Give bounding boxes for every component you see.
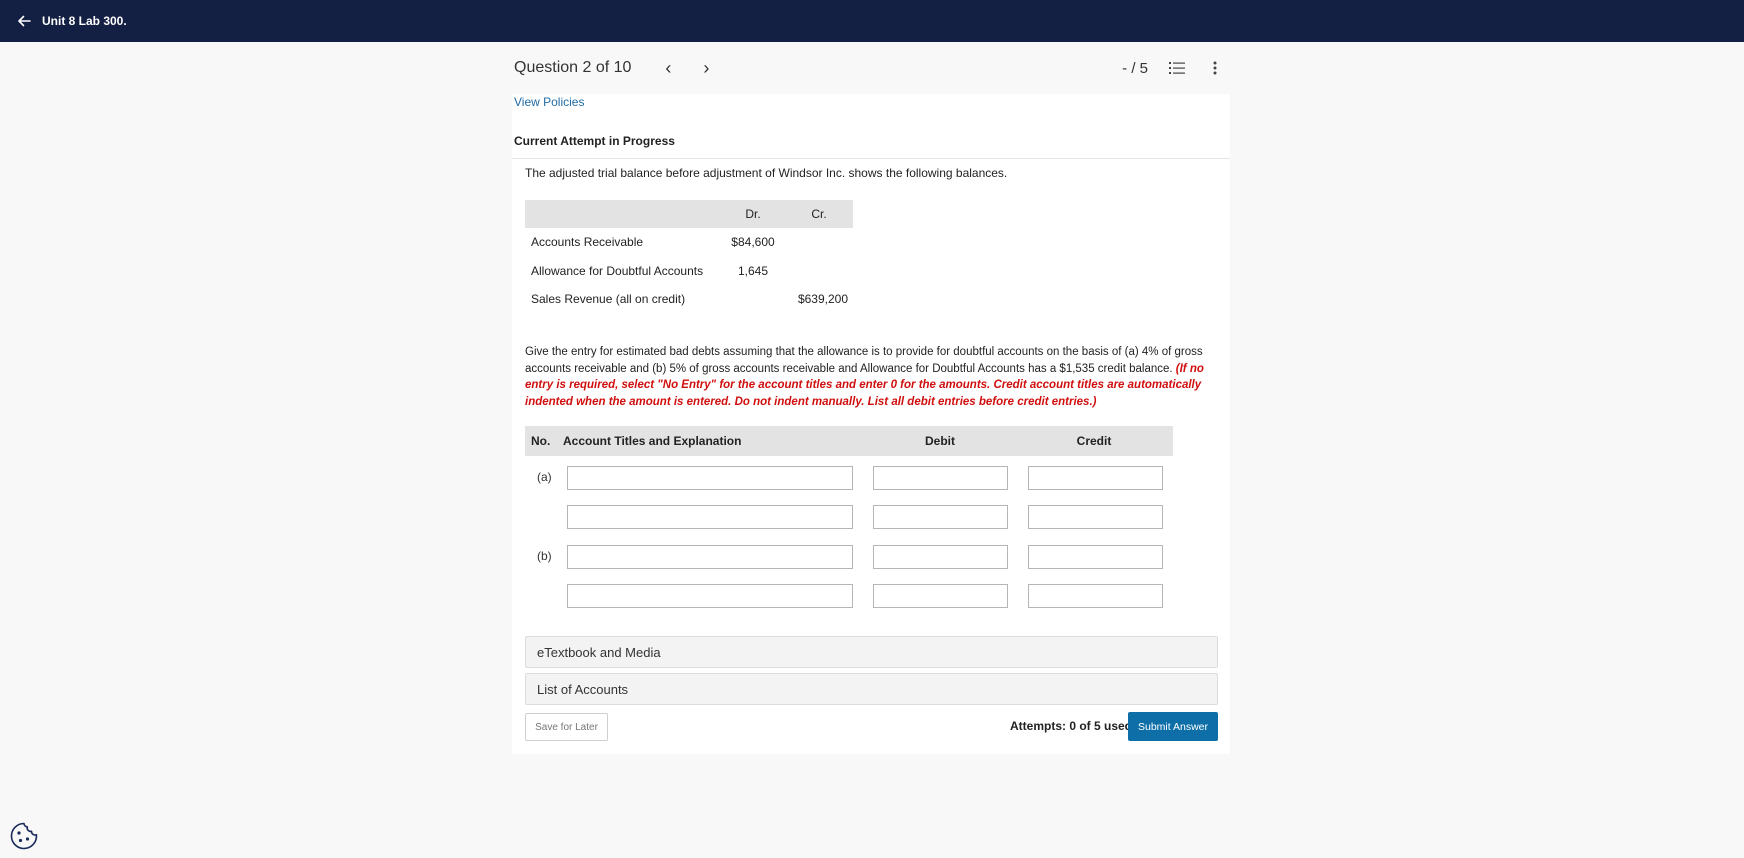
debit-input[interactable] bbox=[873, 505, 1008, 529]
question-score: - / 5 bbox=[1122, 59, 1148, 77]
journal-header-row: No. Account Titles and Explanation Debit… bbox=[525, 426, 1173, 456]
journal-row-a1: (a) bbox=[525, 466, 1173, 490]
back-button[interactable] bbox=[0, 0, 48, 42]
next-question-button[interactable]: › bbox=[691, 53, 721, 83]
dr-value: $84,600 bbox=[731, 235, 775, 250]
header-account bbox=[525, 200, 721, 228]
header-debit: Debit bbox=[925, 434, 955, 448]
journal-row-b1: (b) bbox=[525, 545, 1173, 569]
account-title-input[interactable] bbox=[567, 545, 853, 569]
etextbook-label: eTextbook and Media bbox=[537, 644, 661, 660]
credit-input[interactable] bbox=[1028, 584, 1163, 608]
trial-balance-table: Dr. Cr. Accounts Receivable $84,600 Allo… bbox=[525, 200, 853, 314]
debit-input[interactable] bbox=[873, 584, 1008, 608]
assignment-title: Unit 8 Lab 300. bbox=[42, 14, 127, 28]
debit-input[interactable] bbox=[873, 545, 1008, 569]
etextbook-accordion[interactable]: eTextbook and Media bbox=[525, 636, 1218, 668]
account-name: Accounts Receivable bbox=[531, 235, 644, 250]
attempts-counter: Attempts: 0 of 5 used bbox=[1010, 719, 1133, 733]
question-header: Question 2 of 10 ‹ › - / 5 bbox=[514, 42, 1230, 94]
table-row: Allowance for Doubtful Accounts 1,645 bbox=[525, 257, 853, 286]
instruction-text: Give the entry for estimated bad debts a… bbox=[525, 346, 1203, 375]
question-list-icon[interactable] bbox=[1162, 53, 1192, 83]
table-row: Accounts Receivable $84,600 bbox=[525, 228, 853, 257]
cr-value bbox=[785, 228, 853, 257]
question-number: Question 2 of 10 bbox=[514, 59, 632, 76]
credit-input[interactable] bbox=[1028, 466, 1163, 490]
dr-value bbox=[721, 285, 785, 314]
list-of-accounts-label: List of Accounts bbox=[537, 681, 629, 697]
attempt-status: Current Attempt in Progress bbox=[514, 134, 675, 148]
list-of-accounts-accordion[interactable]: List of Accounts bbox=[525, 673, 1218, 705]
view-policies-link[interactable]: View Policies bbox=[514, 95, 584, 109]
save-for-later-button[interactable]: Save for Later bbox=[525, 713, 608, 741]
cookie-settings-icon[interactable] bbox=[8, 820, 40, 852]
account-title-input[interactable] bbox=[567, 466, 853, 490]
credit-input[interactable] bbox=[1028, 505, 1163, 529]
table-row: Sales Revenue (all on credit) $639,200 bbox=[525, 285, 853, 314]
instructions: Give the entry for estimated bad debts a… bbox=[525, 344, 1215, 410]
more-options-icon[interactable] bbox=[1200, 53, 1230, 83]
debit-input[interactable] bbox=[873, 466, 1008, 490]
account-name: Allowance for Doubtful Accounts bbox=[531, 263, 704, 278]
dr-value: 1,645 bbox=[737, 263, 769, 278]
cr-value bbox=[785, 257, 853, 286]
entry-label: (b) bbox=[537, 549, 552, 563]
journal-row-b2 bbox=[525, 584, 1173, 608]
prev-question-button[interactable]: ‹ bbox=[653, 53, 683, 83]
journal-row-a2 bbox=[525, 505, 1173, 529]
journal-entry-table: No. Account Titles and Explanation Debit… bbox=[525, 426, 1173, 608]
account-title-input[interactable] bbox=[567, 584, 853, 608]
divider bbox=[512, 158, 1230, 159]
account-name: Sales Revenue (all on credit) bbox=[531, 292, 686, 307]
header-account-titles: Account Titles and Explanation bbox=[563, 434, 742, 448]
header-credit: Credit bbox=[1076, 434, 1112, 448]
cr-value: $639,200 bbox=[797, 292, 848, 307]
problem-intro: The adjusted trial balance before adjust… bbox=[525, 166, 1008, 180]
arrow-left-icon bbox=[18, 15, 31, 27]
table-header-row: Dr. Cr. bbox=[525, 200, 853, 228]
credit-input[interactable] bbox=[1028, 545, 1163, 569]
header-cr: Cr. bbox=[785, 200, 853, 228]
header-dr: Dr. bbox=[721, 200, 785, 228]
question-card: View Policies Current Attempt in Progres… bbox=[512, 94, 1230, 754]
submit-answer-button[interactable]: Submit Answer bbox=[1128, 712, 1218, 741]
top-bar: Unit 8 Lab 300. bbox=[0, 0, 1744, 42]
entry-label: (a) bbox=[537, 470, 552, 484]
account-title-input[interactable] bbox=[567, 505, 853, 529]
header-no: No. bbox=[531, 434, 551, 448]
